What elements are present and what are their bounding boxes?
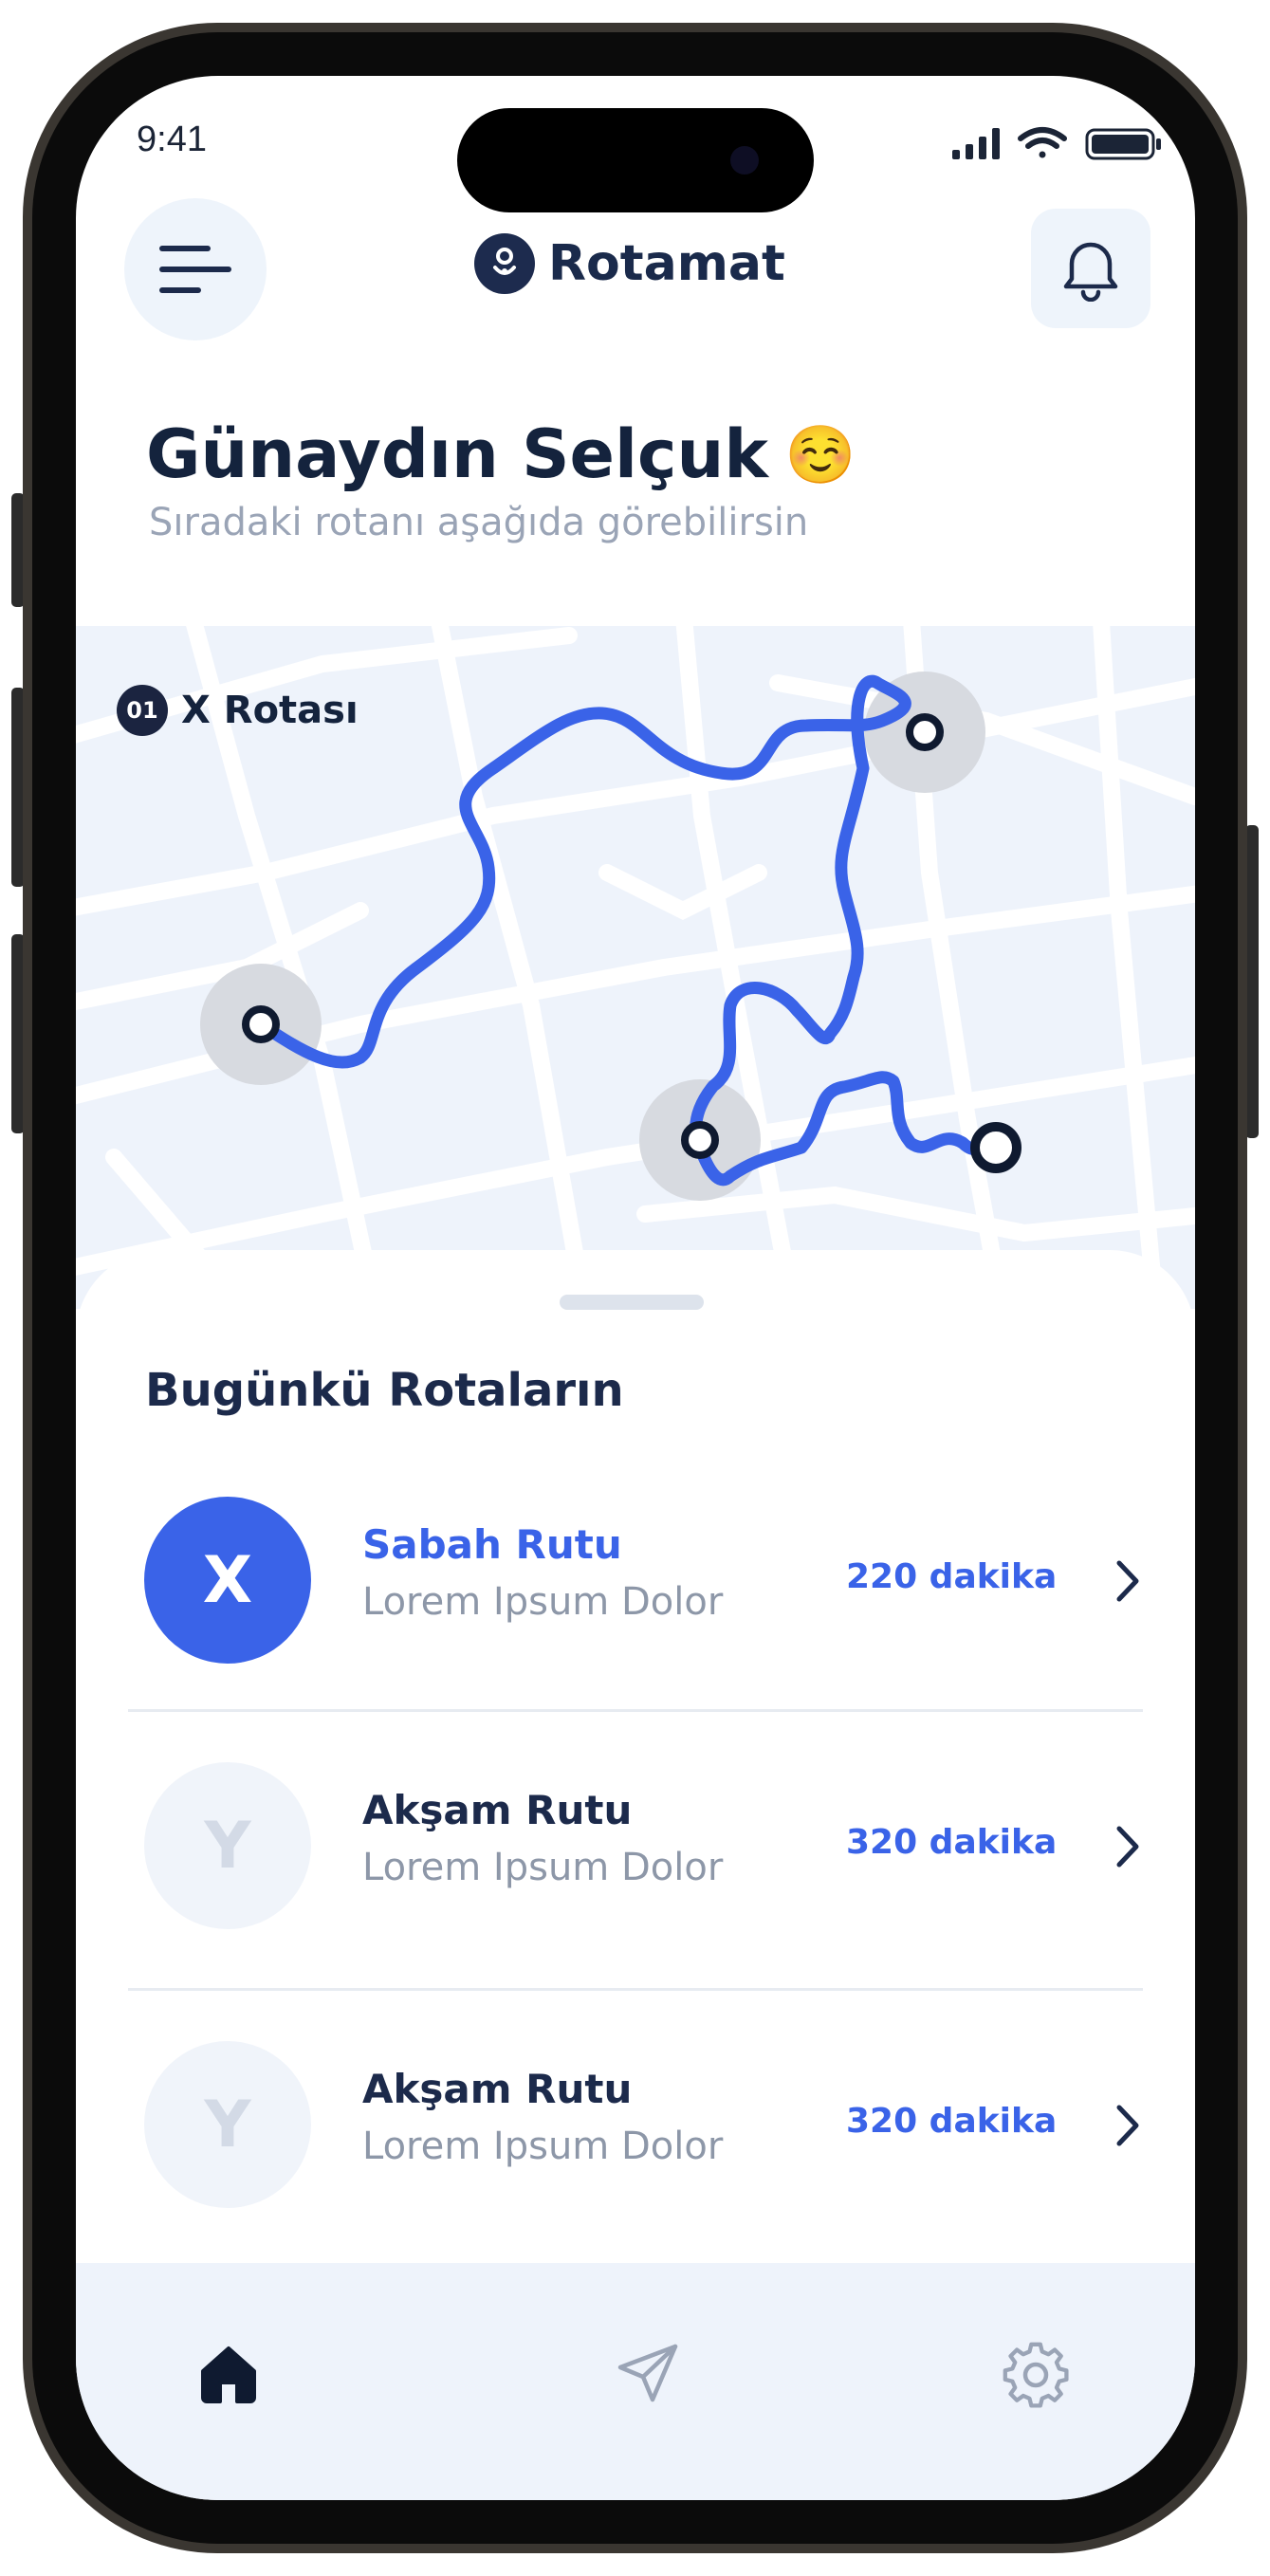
divider bbox=[128, 1988, 1143, 1991]
route-avatar: Y bbox=[144, 2041, 311, 2208]
status-icons bbox=[952, 127, 1161, 160]
menu-button[interactable] bbox=[124, 198, 267, 340]
send-icon[interactable] bbox=[615, 2341, 681, 2407]
sheet-handle[interactable] bbox=[560, 1295, 704, 1310]
route-row[interactable]: Y Akşam Rutu Lorem Ipsum Dolor 320 dakik… bbox=[76, 1751, 1195, 1941]
app-logo: Rotamat bbox=[474, 233, 785, 294]
route-subtitle: Lorem Ipsum Dolor bbox=[362, 2125, 724, 2168]
menu-icon bbox=[159, 246, 231, 293]
chevron-right-icon bbox=[1116, 1560, 1139, 1602]
tab-bar bbox=[76, 2263, 1195, 2500]
route-title: Akşam Rutu bbox=[362, 1787, 633, 1833]
settings-icon[interactable] bbox=[1002, 2341, 1070, 2409]
greeting-subtitle: Sıradaki rotanı aşağıda görebilirsin bbox=[149, 501, 809, 544]
greeting-text: Günaydın Selçuk bbox=[146, 415, 768, 493]
signal-icon bbox=[952, 128, 1000, 159]
route-duration: 220 dakika bbox=[846, 1557, 1058, 1596]
chevron-right-icon bbox=[1116, 2105, 1139, 2146]
logo-icon bbox=[474, 233, 535, 294]
battery-icon bbox=[1085, 128, 1161, 160]
greeting-emoji: ☺️ bbox=[784, 421, 856, 488]
camera-dot bbox=[730, 146, 759, 175]
route-avatar: Y bbox=[144, 1762, 311, 1929]
wifi-icon bbox=[1018, 127, 1067, 158]
route-row[interactable]: Y Akşam Rutu Lorem Ipsum Dolor 320 dakik… bbox=[76, 2030, 1195, 2219]
home-icon[interactable] bbox=[197, 2343, 260, 2405]
notifications-button[interactable] bbox=[1031, 209, 1150, 328]
divider bbox=[128, 1709, 1143, 1712]
route-number-badge: 01 bbox=[117, 685, 168, 736]
status-time: 9:41 bbox=[137, 120, 207, 159]
route-avatar: X bbox=[144, 1497, 311, 1664]
section-title: Bugünkü Rotaların bbox=[145, 1364, 624, 1417]
app-name: Rotamat bbox=[548, 235, 785, 292]
route-title: Akşam Rutu bbox=[362, 2066, 633, 2112]
greeting-title: Günaydın Selçuk ☺️ bbox=[146, 415, 856, 493]
bell-icon bbox=[1063, 242, 1118, 302]
route-duration: 320 dakika bbox=[846, 1823, 1058, 1862]
route-subtitle: Lorem Ipsum Dolor bbox=[362, 1846, 724, 1889]
chevron-right-icon bbox=[1116, 1826, 1139, 1868]
dynamic-island bbox=[457, 108, 814, 212]
route-label: 01 X Rotası bbox=[117, 685, 359, 736]
route-duration: 320 dakika bbox=[846, 2102, 1058, 2141]
phone-screen: 9:41 Rotamat Günaydın Selçuk ☺️ Sıradaki… bbox=[76, 76, 1195, 2500]
route-row[interactable]: X Sabah Rutu Lorem Ipsum Dolor 220 dakik… bbox=[76, 1485, 1195, 1675]
route-subtitle: Lorem Ipsum Dolor bbox=[362, 1580, 724, 1624]
route-name: X Rotası bbox=[181, 689, 359, 732]
route-title: Sabah Rutu bbox=[362, 1521, 622, 1568]
